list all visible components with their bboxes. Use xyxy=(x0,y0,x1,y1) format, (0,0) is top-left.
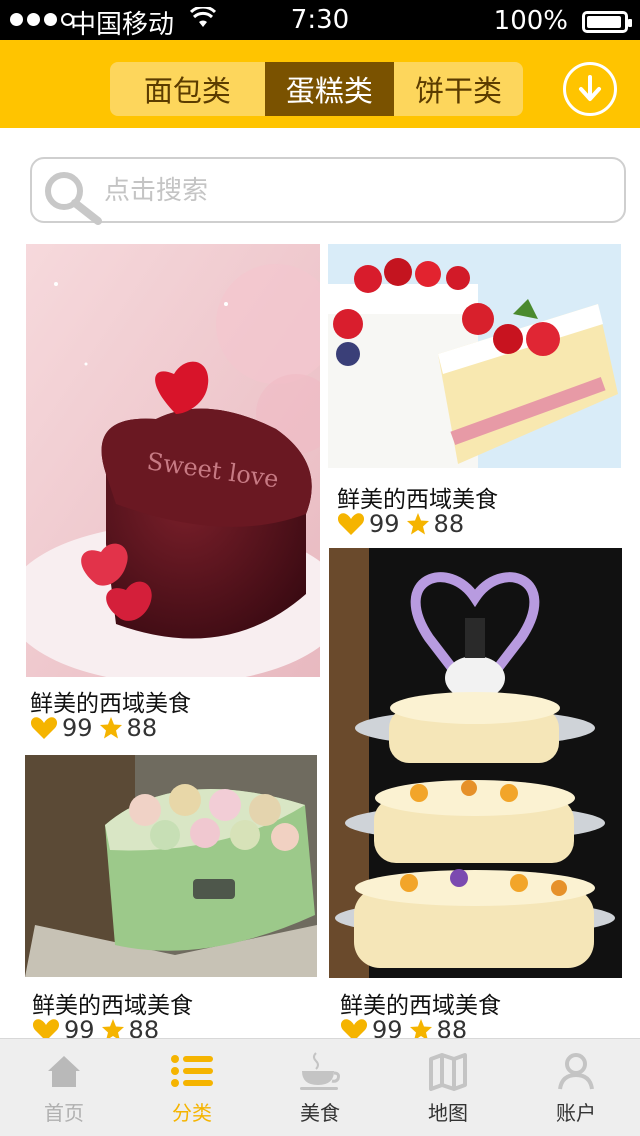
tab-account[interactable]: 账户 xyxy=(512,1039,640,1136)
tab-cake[interactable]: 蛋糕类 xyxy=(264,62,394,116)
product-image xyxy=(328,244,621,468)
star-count: 88 xyxy=(433,510,465,538)
download-circle-icon xyxy=(579,75,601,101)
product-title: 鲜美的西域美食 xyxy=(32,993,193,1019)
battery-percent: 100% xyxy=(493,6,568,36)
tab-home[interactable]: 首页 xyxy=(0,1039,128,1136)
tab-label: 分类 xyxy=(172,1101,212,1125)
cup-icon xyxy=(300,1052,340,1090)
product-stats: 99 88 xyxy=(30,714,163,742)
download-button[interactable] xyxy=(563,62,617,116)
tab-label: 首页 xyxy=(44,1101,84,1125)
product-title: 鲜美的西域美食 xyxy=(30,691,191,717)
heart-icon xyxy=(30,717,58,739)
product-image xyxy=(329,548,622,978)
tab-food[interactable]: 美食 xyxy=(256,1039,384,1136)
tab-bread[interactable]: 面包类 xyxy=(110,62,265,116)
map-icon xyxy=(429,1053,467,1091)
search-icon xyxy=(45,172,102,225)
tab-map[interactable]: 地图 xyxy=(384,1039,512,1136)
category-segmented-control: 面包类 蛋糕类 饼干类 xyxy=(110,62,523,116)
tab-label: 地图 xyxy=(428,1101,468,1125)
user-icon xyxy=(558,1053,594,1090)
tab-category[interactable]: 分类 xyxy=(128,1039,256,1136)
status-bar: 中国移动 7:30 100% xyxy=(0,0,640,40)
star-icon xyxy=(406,513,429,535)
product-card[interactable]: 鲜美的西域美食 99 88 xyxy=(25,755,317,1044)
star-count: 88 xyxy=(126,714,158,742)
tab-label: 美食 xyxy=(300,1101,340,1125)
star-icon xyxy=(99,717,122,739)
bottom-tab-bar: 首页 分类 美食 地图 账户 xyxy=(0,1038,640,1136)
list-icon xyxy=(171,1055,213,1087)
search-input[interactable] xyxy=(104,169,604,213)
product-image xyxy=(25,755,317,977)
tab-cookie[interactable]: 饼干类 xyxy=(394,62,523,116)
home-icon xyxy=(48,1056,80,1087)
product-stats: 99 88 xyxy=(337,510,470,538)
battery-icon xyxy=(582,11,632,33)
product-title: 鲜美的西域美食 xyxy=(337,487,498,513)
heart-icon xyxy=(337,513,365,535)
product-title: 鲜美的西域美食 xyxy=(340,993,501,1019)
like-count: 99 xyxy=(62,714,93,742)
tab-label: 账户 xyxy=(556,1101,596,1125)
product-card[interactable]: 鲜美的西域美食 99 88 xyxy=(329,548,622,1044)
header-bar: 面包类 蛋糕类 饼干类 xyxy=(0,40,640,128)
product-card[interactable]: 鲜美的西域美食 99 88 xyxy=(328,244,621,544)
search-box[interactable] xyxy=(30,157,626,225)
product-image: Sweet love xyxy=(26,244,320,677)
like-count: 99 xyxy=(369,510,400,538)
product-card[interactable]: Sweet love 鲜美的西域美食 99 88 xyxy=(26,244,320,744)
